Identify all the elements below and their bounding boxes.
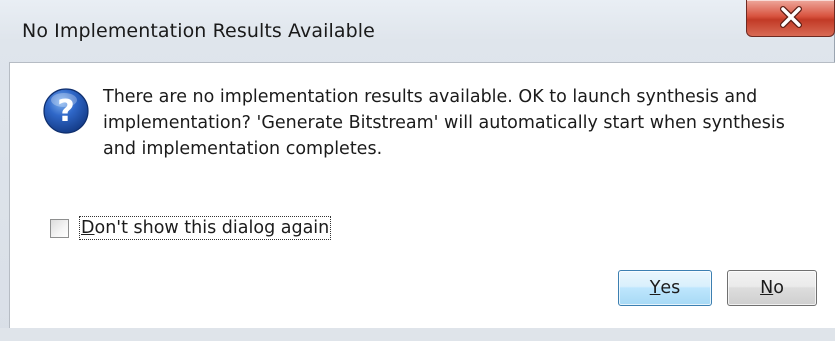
- close-icon: [780, 6, 802, 28]
- window-bottom-border: [0, 328, 835, 341]
- window-title: No Implementation Results Available: [22, 20, 375, 42]
- question-icon: ?: [42, 87, 90, 135]
- title-bar[interactable]: No Implementation Results Available: [0, 0, 835, 62]
- checkbox-mnemonic: D: [81, 218, 95, 238]
- no-label: o: [773, 278, 784, 298]
- checkbox-label-text: on't show this dialog again: [94, 218, 330, 238]
- yes-mnemonic: Y: [649, 278, 661, 298]
- svg-text:?: ?: [57, 94, 74, 129]
- dont-show-again-checkbox[interactable]: [50, 218, 69, 238]
- close-button[interactable]: [746, 0, 835, 37]
- yes-label: es: [660, 278, 681, 298]
- no-button[interactable]: No: [727, 270, 817, 306]
- dialog-message: There are no implementation results avai…: [103, 87, 785, 159]
- dont-show-again-checkbox-row[interactable]: Don't show this dialog again: [50, 216, 332, 240]
- no-mnemonic: N: [760, 278, 774, 298]
- dialog-window: No Implementation Results Available ? Th…: [0, 0, 835, 341]
- dont-show-again-label[interactable]: Don't show this dialog again: [78, 216, 332, 240]
- yes-button[interactable]: Yes: [618, 270, 712, 306]
- dialog-content: ? There are no implementation results av…: [9, 62, 835, 328]
